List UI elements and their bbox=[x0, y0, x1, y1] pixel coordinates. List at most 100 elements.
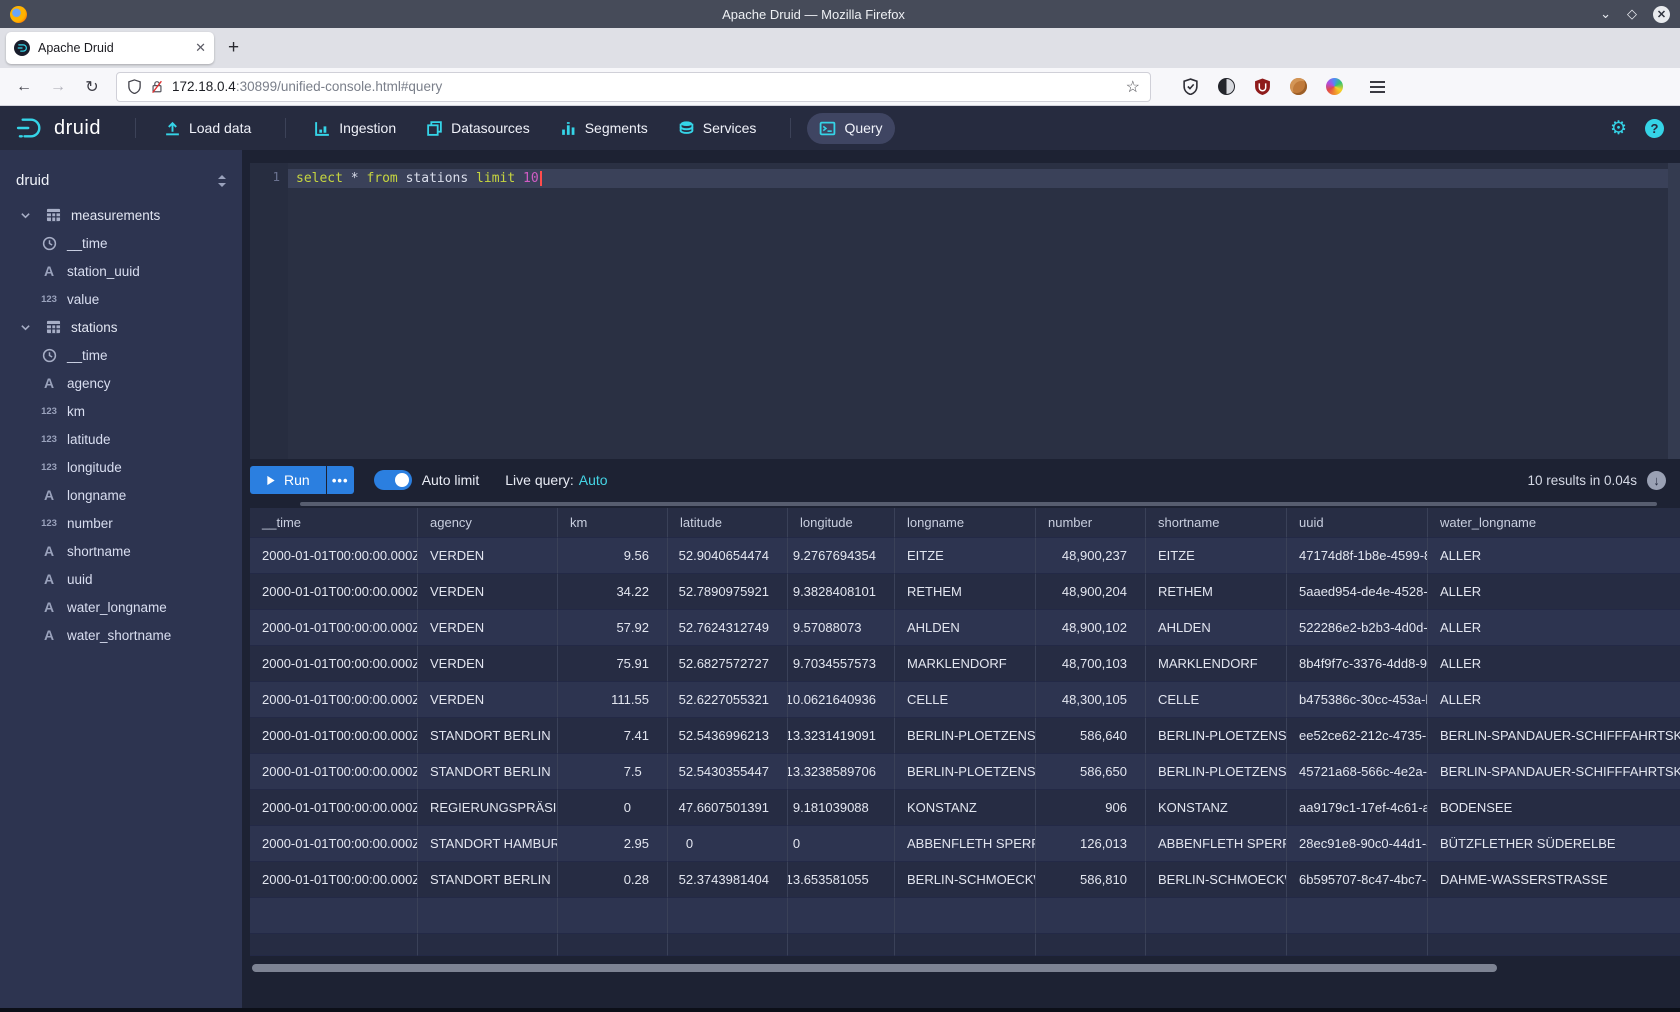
table-cell-water_longname[interactable]: ALLER bbox=[1428, 574, 1680, 610]
window-maximize-icon[interactable]: ◇ bbox=[1627, 6, 1637, 22]
editor-scrollbar[interactable] bbox=[1668, 163, 1680, 459]
table-cell-longname[interactable]: CELLE bbox=[895, 682, 1036, 718]
table-cell-longitude[interactable]: 9.181039088 bbox=[788, 790, 895, 826]
table-cell-longitude[interactable]: 9.2767694354 bbox=[788, 538, 895, 574]
table-cell-latitude[interactable]: 52.5436996213 bbox=[668, 718, 788, 754]
table-cell-shortname[interactable]: AHLDEN bbox=[1146, 610, 1287, 646]
table-cell-longitude[interactable]: 10.0621640936 bbox=[788, 682, 895, 718]
table-cell-number[interactable]: 48,700,103 bbox=[1036, 646, 1146, 682]
column-header-number[interactable]: number bbox=[1036, 508, 1146, 538]
table-cell-km[interactable]: 75.91 bbox=[558, 646, 668, 682]
extension-shield-icon[interactable] bbox=[1181, 77, 1200, 96]
table-cell-uuid[interactable]: aa9179c1-17ef-4c61-a48 bbox=[1287, 790, 1428, 826]
table-cell-agency[interactable]: VERDEN bbox=[418, 574, 558, 610]
table-cell-__time[interactable]: 2000-01-01T00:00:00.000Z bbox=[250, 754, 418, 790]
sql-editor[interactable]: 1 select * from stations limit 10 bbox=[250, 163, 1680, 459]
table-cell-number[interactable]: 48,900,102 bbox=[1036, 610, 1146, 646]
table-cell-agency[interactable]: VERDEN bbox=[418, 538, 558, 574]
table-cell-number[interactable]: 48,300,105 bbox=[1036, 682, 1146, 718]
chevron-down-icon[interactable] bbox=[15, 210, 35, 221]
sidebar-table-measurements[interactable]: measurements bbox=[0, 201, 242, 229]
druid-logo[interactable]: druid bbox=[16, 116, 101, 140]
nav-item-query[interactable]: Query bbox=[807, 113, 894, 144]
table-cell-latitude[interactable]: 52.7624312749 bbox=[668, 610, 788, 646]
sidebar-column-value[interactable]: 123value bbox=[0, 285, 242, 313]
table-cell-__time[interactable]: 2000-01-01T00:00:00.000Z bbox=[250, 682, 418, 718]
table-cell-shortname[interactable]: KONSTANZ bbox=[1146, 790, 1287, 826]
table-cell-uuid[interactable]: 522286e2-b2b3-4d0d-9a bbox=[1287, 610, 1428, 646]
column-header-uuid[interactable]: uuid bbox=[1287, 508, 1428, 538]
table-cell-number[interactable]: 48,900,237 bbox=[1036, 538, 1146, 574]
table-cell-water_longname[interactable]: BÜTZFLETHER SÜDERELBE bbox=[1428, 826, 1680, 862]
column-header-agency[interactable]: agency bbox=[418, 508, 558, 538]
table-cell-water_longname[interactable]: DAHME-WASSERSTRASSE bbox=[1428, 862, 1680, 898]
table-cell-agency[interactable]: VERDEN bbox=[418, 610, 558, 646]
nav-item-load-data[interactable]: Load data bbox=[152, 113, 263, 144]
menu-hamburger-icon[interactable] bbox=[1370, 81, 1385, 93]
table-cell-latitude[interactable]: 52.5430355447 bbox=[668, 754, 788, 790]
table-cell-uuid[interactable]: 28ec91e8-90c0-44d1-8fc bbox=[1287, 826, 1428, 862]
table-cell-shortname[interactable]: ABBENFLETH SPERRWERK bbox=[1146, 826, 1287, 862]
chevron-down-icon[interactable] bbox=[15, 322, 35, 333]
table-cell-water_longname[interactable]: BODENSEE bbox=[1428, 790, 1680, 826]
browser-tab[interactable]: Apache Druid ✕ bbox=[6, 32, 214, 64]
table-cell-longitude[interactable]: 0 bbox=[788, 826, 895, 862]
sidebar-column-__time[interactable]: __time bbox=[0, 229, 242, 257]
url-input[interactable]: 172.18.0.4:30899/unified-console.html#qu… bbox=[116, 72, 1151, 102]
table-cell-longitude[interactable]: 9.57088073 bbox=[788, 610, 895, 646]
sort-double-caret-icon[interactable] bbox=[216, 174, 228, 188]
sidebar-column-water_longname[interactable]: Awater_longname bbox=[0, 593, 242, 621]
settings-gear-icon[interactable]: ⚙ bbox=[1610, 117, 1627, 140]
table-cell-shortname[interactable]: BERLIN-PLOETZENSEE UW bbox=[1146, 754, 1287, 790]
column-header-latitude[interactable]: latitude bbox=[668, 508, 788, 538]
table-cell-longname[interactable]: BERLIN-PLOETZENSEE OW bbox=[895, 718, 1036, 754]
table-cell-number[interactable]: 586,810 bbox=[1036, 862, 1146, 898]
live-query-value[interactable]: Auto bbox=[579, 472, 608, 488]
table-cell-agency[interactable]: VERDEN bbox=[418, 646, 558, 682]
new-tab-button[interactable]: + bbox=[228, 37, 239, 59]
table-cell-latitude[interactable]: 0 bbox=[668, 826, 788, 862]
sidebar-column-agency[interactable]: Aagency bbox=[0, 369, 242, 397]
column-header-shortname[interactable]: shortname bbox=[1146, 508, 1287, 538]
tab-close-icon[interactable]: ✕ bbox=[195, 40, 206, 56]
table-cell-km[interactable]: 7.5 bbox=[558, 754, 668, 790]
table-cell-km[interactable]: 0.28 bbox=[558, 862, 668, 898]
window-minimize-icon[interactable]: ⌄ bbox=[1600, 6, 1611, 22]
table-cell-longitude[interactable]: 9.7034557573 bbox=[788, 646, 895, 682]
table-cell-water_longname[interactable]: ALLER bbox=[1428, 610, 1680, 646]
table-cell-agency[interactable]: STANDORT HAMBURG bbox=[418, 826, 558, 862]
help-icon[interactable]: ? bbox=[1645, 119, 1664, 138]
table-cell-shortname[interactable]: BERLIN-SCHMOECKWITZW bbox=[1146, 862, 1287, 898]
bookmark-star-icon[interactable]: ☆ bbox=[1126, 77, 1140, 97]
table-cell-agency[interactable]: STANDORT BERLIN bbox=[418, 754, 558, 790]
table-cell-km[interactable]: 57.92 bbox=[558, 610, 668, 646]
table-cell-__time[interactable]: 2000-01-01T00:00:00.000Z bbox=[250, 646, 418, 682]
window-close-icon[interactable]: ✕ bbox=[1653, 6, 1670, 23]
forward-button-icon[interactable]: → bbox=[44, 73, 72, 101]
sidebar-column-uuid[interactable]: Auuid bbox=[0, 565, 242, 593]
table-cell-__time[interactable]: 2000-01-01T00:00:00.000Z bbox=[250, 574, 418, 610]
table-cell-latitude[interactable]: 52.9040654474 bbox=[668, 538, 788, 574]
column-header-water_longname[interactable]: water_longname bbox=[1428, 508, 1680, 538]
sidebar-column-number[interactable]: 123number bbox=[0, 509, 242, 537]
editor-active-line[interactable]: select * from stations limit 10 bbox=[288, 169, 1680, 188]
table-cell-longname[interactable]: MARKLENDORF bbox=[895, 646, 1036, 682]
table-cell-water_longname[interactable]: BERLIN-SPANDAUER-SCHIFFFAHRTSKANAL bbox=[1428, 718, 1680, 754]
table-cell-__time[interactable]: 2000-01-01T00:00:00.000Z bbox=[250, 718, 418, 754]
table-cell-latitude[interactable]: 52.6227055321 bbox=[668, 682, 788, 718]
table-cell-longname[interactable]: BERLIN-SCHMOECKWITZW bbox=[895, 862, 1036, 898]
table-cell-shortname[interactable]: BERLIN-PLOETZENSEE OW bbox=[1146, 718, 1287, 754]
table-cell-number[interactable]: 48,900,204 bbox=[1036, 574, 1146, 610]
table-cell-water_longname[interactable]: ALLER bbox=[1428, 682, 1680, 718]
table-cell-number[interactable]: 126,013 bbox=[1036, 826, 1146, 862]
sidebar-column-water_shortname[interactable]: Awater_shortname bbox=[0, 621, 242, 649]
table-cell-longname[interactable]: BERLIN-PLOETZENSEE UW bbox=[895, 754, 1036, 790]
table-cell-longname[interactable]: ABBENFLETH SPERRWERK bbox=[895, 826, 1036, 862]
table-cell-longname[interactable]: EITZE bbox=[895, 538, 1036, 574]
table-cell-longitude[interactable]: 13.653581055 bbox=[788, 862, 895, 898]
table-cell-km[interactable]: 9.56 bbox=[558, 538, 668, 574]
table-cell-number[interactable]: 906 bbox=[1036, 790, 1146, 826]
table-cell-longname[interactable]: RETHEM bbox=[895, 574, 1036, 610]
table-cell-latitude[interactable]: 52.7890975921 bbox=[668, 574, 788, 610]
sidebar-column-km[interactable]: 123km bbox=[0, 397, 242, 425]
